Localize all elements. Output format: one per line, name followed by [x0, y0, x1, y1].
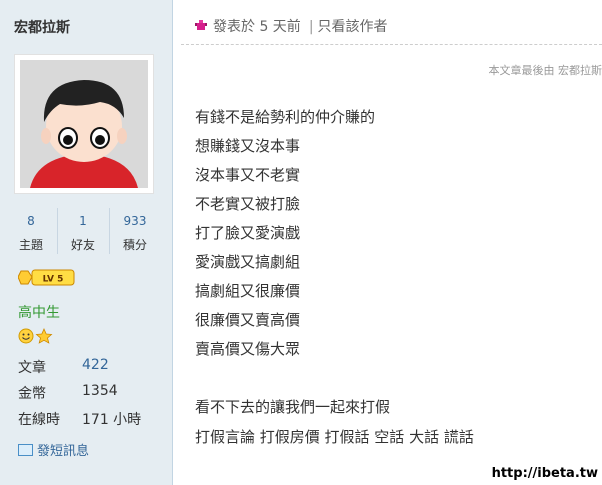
- info-coins-number: 1354: [82, 383, 118, 399]
- avatar[interactable]: [14, 54, 154, 194]
- avatar-image: [20, 60, 148, 188]
- stat-threads-value[interactable]: 8: [6, 214, 56, 228]
- info-online-unit: 小時: [108, 412, 142, 428]
- stat-threads-label: 主題: [18, 238, 43, 252]
- author-sidebar: 宏都拉斯 8 主題 1 好友 933 積分 LV 5 高中生 文章 422 金幣…: [0, 0, 173, 485]
- post-line: 看不下去的讓我們一起來打假: [195, 398, 391, 416]
- only-author-link[interactable]: 只看該作者: [318, 19, 388, 35]
- stat-friends-value[interactable]: 1: [58, 214, 108, 228]
- level-badge-icon: LV 5: [17, 268, 76, 287]
- info-online-value: 171 小時: [82, 409, 141, 429]
- stat-friends[interactable]: 1 好友: [58, 208, 108, 253]
- author-stats: 8 主題 1 好友 933 積分: [6, 208, 156, 258]
- info-posts-number[interactable]: 422: [82, 357, 109, 373]
- author-username[interactable]: 宏都拉斯: [14, 17, 70, 37]
- stat-points-label: 積分: [122, 238, 147, 252]
- info-coins: 金幣 1354: [18, 383, 118, 403]
- post-line: 打假言論 打假房價 打假話 空話 大話 謊話: [195, 428, 474, 446]
- posted-time: 5 天前: [259, 19, 301, 35]
- level-badge-text: LV 5: [43, 275, 64, 285]
- smiley-medal-icon: [18, 328, 34, 344]
- info-posts: 文章 422: [18, 357, 109, 377]
- star-medal-icon: [35, 328, 53, 344]
- info-posts-label: 文章: [18, 360, 46, 376]
- info-online: 在線時 171 小時: [18, 409, 141, 429]
- post-line: 有錢不是給勢利的仲介賺的: [195, 108, 376, 126]
- info-coins-label: 金幣: [18, 386, 46, 402]
- stat-threads[interactable]: 8 主題: [6, 208, 56, 253]
- stat-points[interactable]: 933 積分: [110, 208, 160, 253]
- post-line: 很廉價又賣高價: [195, 311, 301, 329]
- stat-points-value[interactable]: 933: [110, 214, 160, 228]
- post-line: 搞劇組又很廉價: [195, 282, 301, 300]
- post-line: 愛演戲又搞劇組: [195, 253, 301, 271]
- info-online-label: 在線時: [18, 412, 60, 428]
- post-line: 沒本事又不老實: [195, 166, 301, 184]
- edited-note: 本文章最後由 宏都拉斯: [488, 64, 602, 77]
- online-status-icon: [195, 20, 207, 32]
- header-separator: |: [308, 19, 314, 35]
- post-line: 想賺錢又沒本事: [195, 137, 301, 155]
- header-divider: [181, 44, 602, 45]
- post-main: 發表於 5 天前 | 只看該作者 本文章最後由 宏都拉斯 有錢不是給勢利的仲介賺的 …: [173, 0, 602, 485]
- post-header: 發表於 5 天前 | 只看該作者: [195, 16, 388, 36]
- post-line: 賣高價又傷大眾: [195, 340, 301, 358]
- send-message-link[interactable]: 發短訊息: [18, 440, 89, 459]
- envelope-icon: [18, 444, 33, 456]
- watermark: http://ibeta.tw: [491, 466, 598, 481]
- post-line: 打了臉又愛演戲: [195, 224, 301, 242]
- posted-prefix: 發表於: [213, 19, 255, 35]
- post-line: 不老實又被打臉: [195, 195, 301, 213]
- user-rank[interactable]: 高中生: [18, 302, 60, 322]
- info-online-number: 171: [82, 412, 109, 428]
- stat-friends-label: 好友: [70, 238, 95, 252]
- info-posts-value[interactable]: 422: [82, 357, 109, 373]
- info-coins-value: 1354: [82, 383, 118, 399]
- send-message-label[interactable]: 發短訊息: [37, 444, 89, 459]
- medals: [18, 328, 54, 344]
